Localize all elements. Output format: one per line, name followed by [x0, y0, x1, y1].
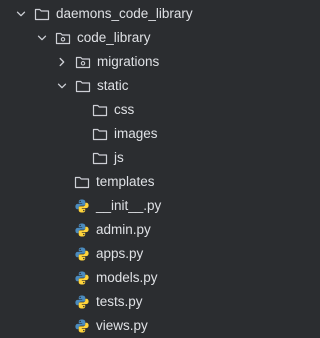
tree-item-static[interactable]: static	[0, 74, 320, 98]
tree-item-label: __init__.py	[96, 198, 162, 213]
tree-item-code-library[interactable]: code_library	[0, 26, 320, 50]
package-folder-icon	[75, 54, 91, 70]
folder-icon	[34, 6, 50, 22]
tree-item-label: js	[114, 150, 124, 165]
package-folder-icon	[55, 30, 71, 46]
tree-item-tests-py[interactable]: tests.py	[0, 290, 320, 314]
tree-item-label: code_library	[77, 30, 151, 45]
tree-item-apps-py[interactable]: apps.py	[0, 242, 320, 266]
tree-item-label: models.py	[96, 270, 158, 285]
folder-icon	[92, 150, 108, 166]
chevron-down-icon[interactable]	[14, 7, 28, 21]
tree-item-label: templates	[96, 174, 155, 189]
tree-item-label: apps.py	[96, 246, 144, 261]
project-tree: daemons_code_library code_library migrat…	[0, 0, 305, 338]
tree-item-label: tests.py	[96, 294, 143, 309]
python-file-icon	[74, 246, 90, 262]
python-file-icon	[74, 294, 90, 310]
tree-item-init-py[interactable]: __init__.py	[0, 194, 320, 218]
folder-icon	[74, 174, 90, 190]
tree-item-images[interactable]: images	[0, 122, 320, 146]
python-file-icon	[74, 270, 90, 286]
chevron-down-icon[interactable]	[55, 79, 69, 93]
chevron-right-icon[interactable]	[55, 55, 69, 69]
tree-item-label: admin.py	[96, 222, 151, 237]
tree-item-views-py[interactable]: views.py	[0, 314, 320, 338]
tree-item-templates[interactable]: templates	[0, 170, 320, 194]
tree-item-admin-py[interactable]: admin.py	[0, 218, 320, 242]
tree-item-label: css	[114, 102, 135, 117]
tree-item-label: migrations	[97, 54, 160, 69]
tree-item-label: daemons_code_library	[56, 6, 193, 21]
python-file-icon	[74, 198, 90, 214]
tree-item-css[interactable]: css	[0, 98, 320, 122]
python-file-icon	[74, 318, 90, 334]
folder-icon	[92, 102, 108, 118]
tree-item-label: images	[114, 126, 158, 141]
folder-icon	[75, 78, 91, 94]
chevron-down-icon[interactable]	[35, 31, 49, 45]
tree-item-migrations[interactable]: migrations	[0, 50, 320, 74]
folder-icon	[92, 126, 108, 142]
python-file-icon	[74, 222, 90, 238]
tree-item-daemons-code-library[interactable]: daemons_code_library	[0, 2, 319, 26]
tree-item-models-py[interactable]: models.py	[0, 266, 320, 290]
tree-item-label: static	[97, 78, 129, 93]
tree-item-js[interactable]: js	[0, 146, 320, 170]
tree-item-label: views.py	[96, 318, 148, 333]
